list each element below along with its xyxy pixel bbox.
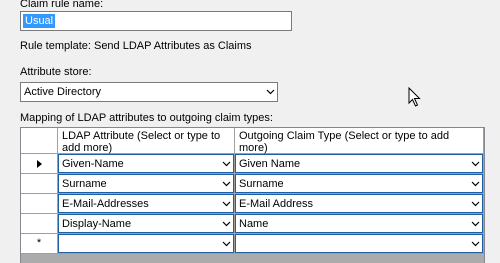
ldap-attribute-value: Given-Name	[62, 157, 124, 170]
claim-rule-name-label: Claim rule name:	[20, 0, 104, 10]
claim-type-cell[interactable]	[235, 234, 484, 254]
ldap-attribute-value: Display-Name	[62, 217, 132, 230]
rule-template-text: Rule template: Send LDAP Attributes as C…	[20, 40, 252, 52]
ldap-attribute-cell[interactable]: Surname	[58, 174, 235, 194]
attribute-store-value: Active Directory	[24, 86, 102, 98]
claim-type-cell[interactable]: Surname	[235, 174, 484, 194]
chevron-down-icon[interactable]	[219, 175, 233, 192]
ldap-attribute-cell[interactable]: Display-Name	[58, 214, 235, 234]
claim-type-value: Given Name	[239, 157, 301, 170]
claim-type-select[interactable]: Name	[235, 214, 483, 233]
table-row[interactable]: Surname Surname	[21, 174, 484, 194]
mapping-grid[interactable]: LDAP Attribute (Select or type to add mo…	[20, 127, 485, 263]
claim-type-select[interactable]: Given Name	[235, 154, 483, 173]
ldap-attribute-select[interactable]: E-Mail-Addresses	[58, 194, 234, 213]
table-row-new[interactable]: *	[21, 234, 484, 254]
chevron-down-icon[interactable]	[219, 215, 233, 232]
chevron-down-icon[interactable]	[468, 195, 482, 212]
chevron-down-icon[interactable]	[219, 195, 233, 212]
ldap-attribute-select[interactable]: Given-Name	[58, 154, 234, 173]
attribute-store-label: Attribute store:	[20, 66, 92, 78]
table-row[interactable]: Given-Name Given Name	[21, 154, 484, 174]
ldap-attribute-value: Surname	[62, 177, 107, 190]
claim-rule-name-input[interactable]: Usual	[20, 11, 292, 31]
claim-type-cell[interactable]: Given Name	[235, 154, 484, 174]
chevron-down-icon[interactable]	[263, 83, 277, 101]
mapping-label: Mapping of LDAP attributes to outgoing c…	[20, 112, 273, 124]
table-row[interactable]: Display-Name Name	[21, 214, 484, 234]
attribute-store-select[interactable]: Active Directory	[20, 82, 278, 102]
ldap-attribute-select[interactable]	[58, 234, 234, 253]
claim-type-select[interactable]: Surname	[235, 174, 483, 193]
claim-type-value: Surname	[239, 177, 284, 190]
column-header-outgoing-claim-type[interactable]: Outgoing Claim Type (Select or type to a…	[235, 128, 484, 154]
row-header[interactable]	[21, 214, 58, 234]
ldap-attribute-cell[interactable]: E-Mail-Addresses	[58, 194, 235, 214]
ldap-attribute-select[interactable]: Surname	[58, 174, 234, 193]
ldap-attribute-select[interactable]: Display-Name	[58, 214, 234, 233]
current-row-arrow-icon	[36, 159, 42, 168]
mouse-pointer-icon	[408, 86, 422, 110]
chevron-down-icon[interactable]	[219, 155, 233, 172]
table-row[interactable]: E-Mail-Addresses E-Mail Address	[21, 194, 484, 214]
chevron-down-icon[interactable]	[468, 175, 482, 192]
chevron-down-icon[interactable]	[468, 215, 482, 232]
claim-type-select[interactable]: E-Mail Address	[235, 194, 483, 213]
new-row-marker: *	[36, 237, 42, 249]
chevron-down-icon[interactable]	[468, 235, 482, 252]
grid-header-row: LDAP Attribute (Select or type to add mo…	[21, 128, 484, 154]
claim-type-cell[interactable]: E-Mail Address	[235, 194, 484, 214]
claim-type-value: Name	[239, 217, 269, 230]
row-header[interactable]	[21, 174, 58, 194]
row-header[interactable]	[21, 194, 58, 214]
ldap-attribute-cell[interactable]	[58, 234, 235, 254]
ldap-attribute-cell[interactable]: Given-Name	[58, 154, 235, 174]
row-header-current[interactable]	[21, 154, 58, 174]
claim-type-value: E-Mail Address	[239, 197, 313, 210]
claim-type-select[interactable]	[235, 234, 483, 253]
claim-type-cell[interactable]: Name	[235, 214, 484, 234]
column-header-ldap-attribute[interactable]: LDAP Attribute (Select or type to add mo…	[58, 128, 235, 154]
row-header-new[interactable]: *	[21, 234, 58, 254]
chevron-down-icon[interactable]	[468, 155, 482, 172]
grid-corner	[21, 128, 58, 154]
ldap-attribute-value: E-Mail-Addresses	[62, 197, 149, 210]
claim-rule-name-value: Usual	[23, 14, 56, 28]
chevron-down-icon[interactable]	[219, 235, 233, 252]
